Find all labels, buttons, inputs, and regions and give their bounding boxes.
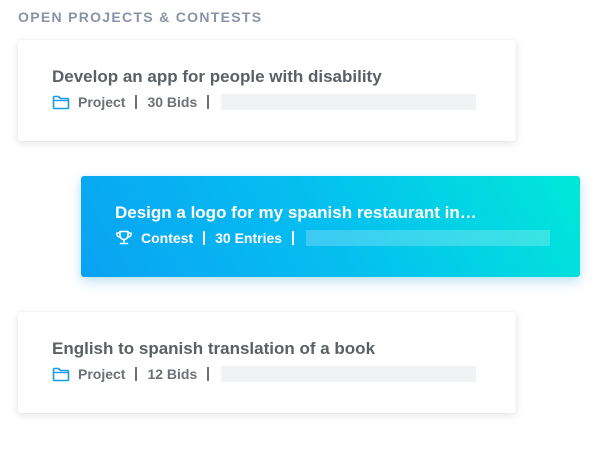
- section-title: OPEN PROJECTS & CONTESTS: [18, 9, 263, 25]
- card-count-label: 30 Bids: [147, 94, 198, 110]
- card-title[interactable]: Design a logo for my spanish restaurant …: [115, 203, 477, 223]
- card-title[interactable]: English to spanish translation of a book: [52, 339, 375, 359]
- meta-divider: [292, 231, 295, 245]
- card-meta: Project 30 Bids: [52, 93, 477, 111]
- card-meta: Project 12 Bids: [52, 365, 477, 383]
- content-placeholder-bar: [221, 94, 477, 110]
- meta-divider: [203, 231, 206, 245]
- content-placeholder-bar: [221, 366, 477, 382]
- folder-icon: [52, 366, 70, 382]
- card-meta: Contest 30 Entries: [115, 229, 551, 247]
- content-placeholder-bar: [306, 230, 551, 246]
- meta-divider: [207, 95, 210, 109]
- card-title[interactable]: Develop an app for people with disabilit…: [52, 67, 382, 87]
- trophy-icon: [115, 230, 133, 246]
- project-card[interactable]: English to spanish translation of a book…: [18, 312, 516, 413]
- project-card[interactable]: Develop an app for people with disabilit…: [18, 40, 516, 141]
- meta-divider: [135, 95, 138, 109]
- meta-divider: [135, 367, 138, 381]
- card-type-label: Project: [78, 366, 126, 382]
- open-projects-panel: OPEN PROJECTS & CONTESTS Develop an app …: [0, 0, 608, 454]
- folder-icon: [52, 94, 70, 110]
- card-type-label: Contest: [141, 230, 194, 246]
- card-count-label: 30 Entries: [215, 230, 283, 246]
- card-count-label: 12 Bids: [147, 366, 198, 382]
- card-type-label: Project: [78, 94, 126, 110]
- contest-card[interactable]: Design a logo for my spanish restaurant …: [81, 176, 580, 277]
- meta-divider: [207, 367, 210, 381]
